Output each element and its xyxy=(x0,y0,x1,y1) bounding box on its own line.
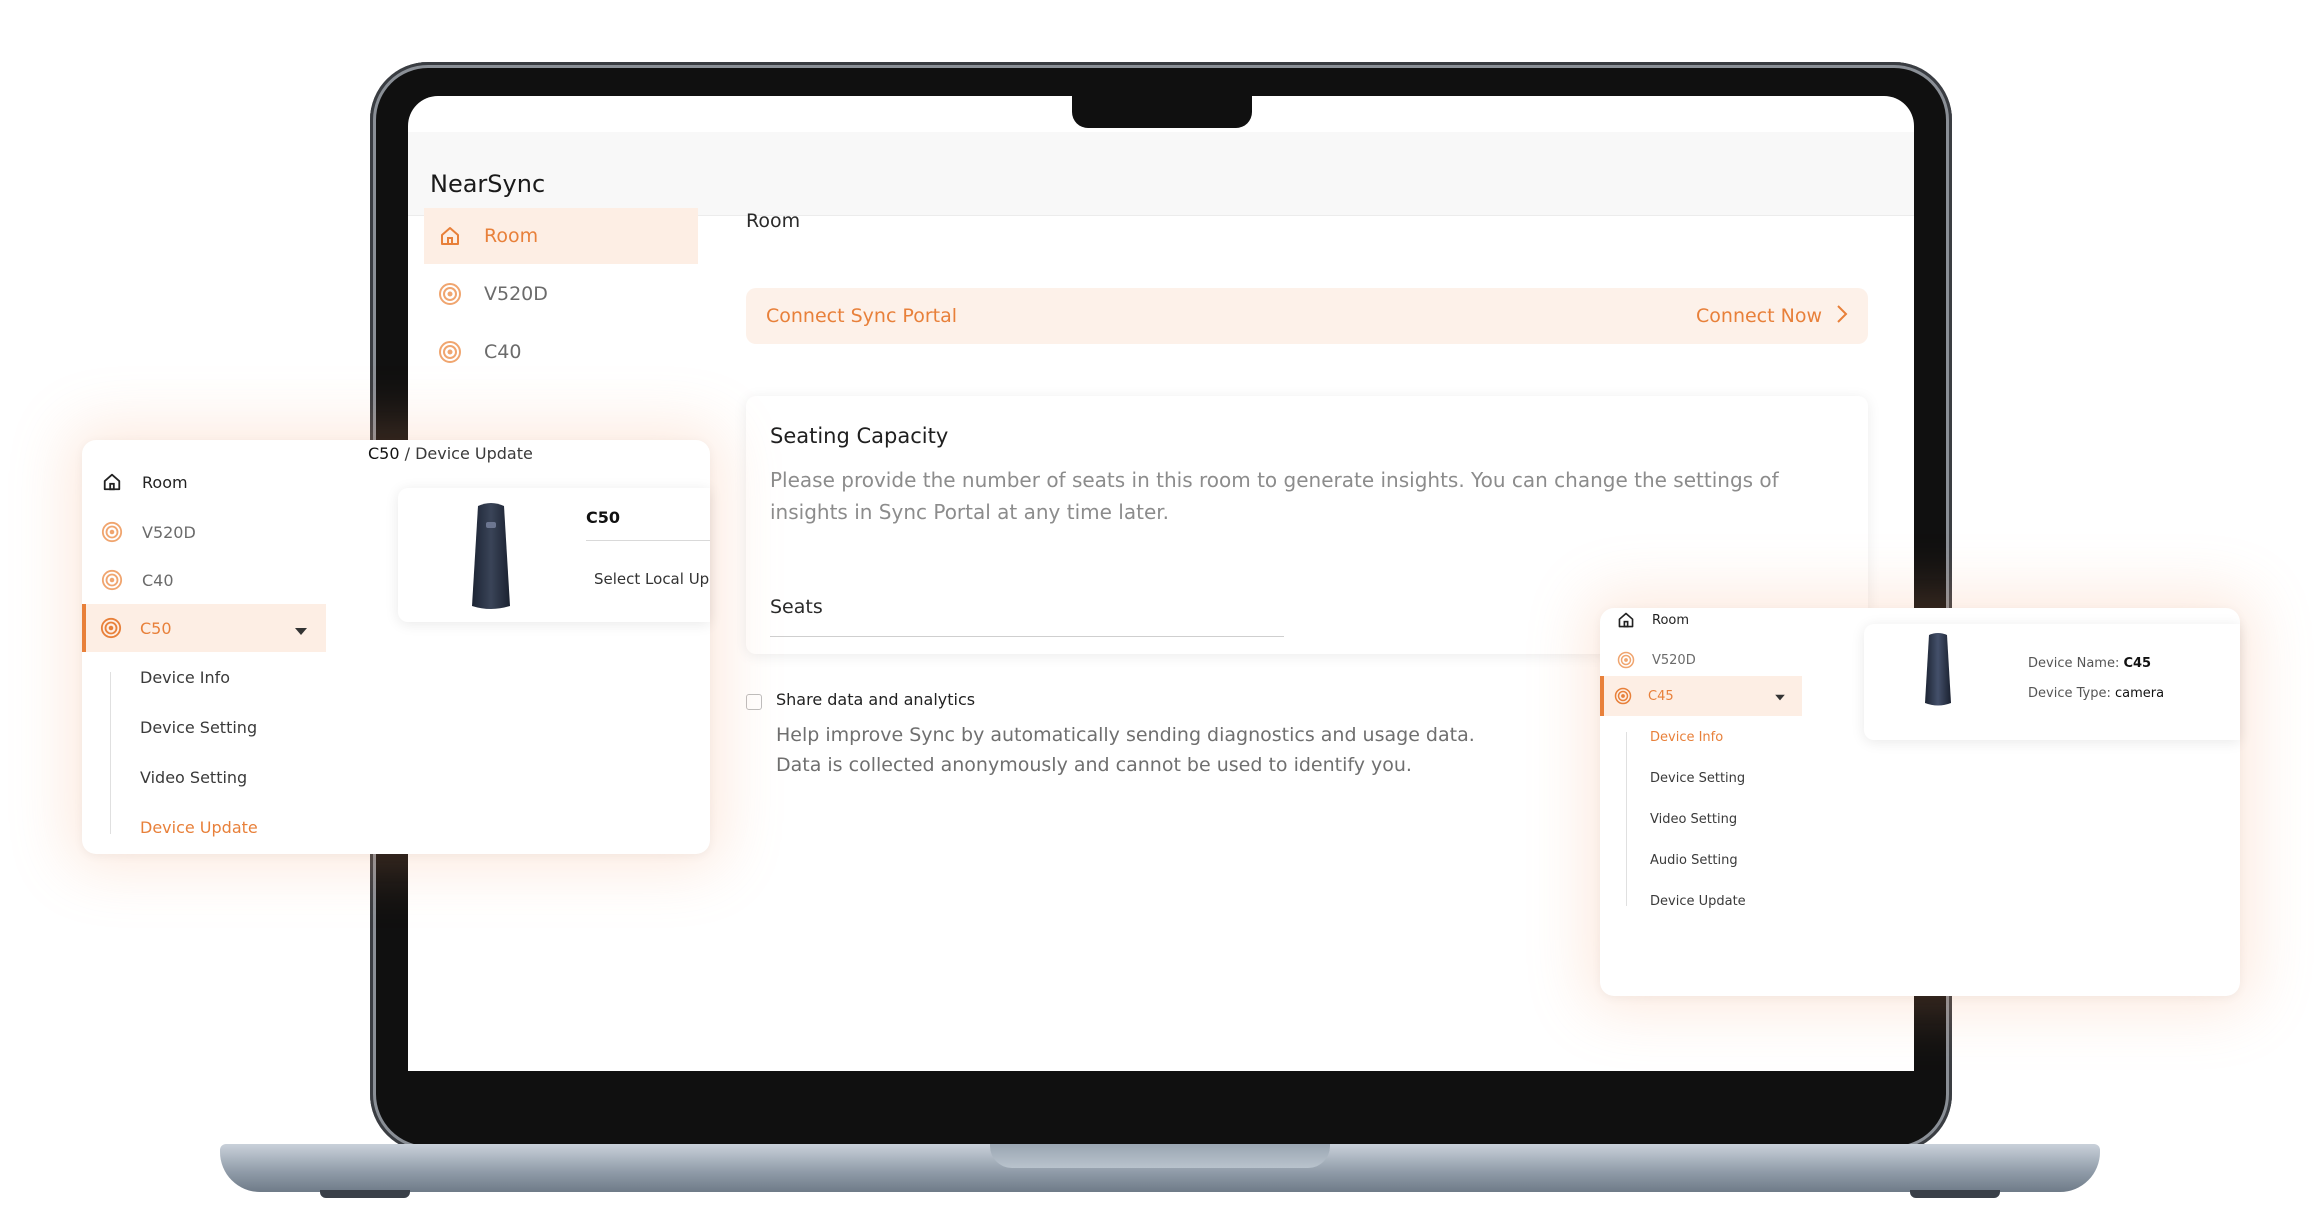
submenu-video-setting[interactable]: Video Setting xyxy=(1650,812,1737,827)
sidebar-item-room[interactable]: Room xyxy=(100,470,188,494)
sidebar-item-label: Room xyxy=(484,225,539,247)
device-signal-icon xyxy=(1614,648,1638,672)
submenu-device-setting[interactable]: Device Setting xyxy=(140,718,257,737)
app-header: NearSync xyxy=(408,132,1914,216)
device-info-card: Room V520D C45 Device Info Device Settin… xyxy=(1600,608,2240,996)
caret-down-icon[interactable] xyxy=(294,622,308,641)
share-data-label: Share data and analytics xyxy=(776,690,976,709)
device-name: C50 xyxy=(586,508,621,527)
share-data-description: Help improve Sync by automatically sendi… xyxy=(776,720,1536,780)
caret-down-icon[interactable] xyxy=(1774,691,1786,706)
camera-notch xyxy=(1072,96,1252,128)
submenu-line xyxy=(1626,732,1627,906)
breadcrumb-page: / Device Update xyxy=(399,444,533,463)
sidebar-item-v520d[interactable]: V520D xyxy=(1614,648,1696,672)
device-name-value: C45 xyxy=(2123,656,2152,671)
device-name-label: Device Name: xyxy=(2028,656,2124,671)
device-name-row: Device Name: C45 xyxy=(2028,656,2151,671)
device-signal-icon xyxy=(1614,686,1634,706)
connect-now-label: Connect Now xyxy=(1696,305,1822,327)
sidebar-item-v520d[interactable]: V520D xyxy=(424,266,698,322)
home-icon xyxy=(1614,608,1638,632)
sidebar-item-label: C50 xyxy=(140,618,172,638)
device-summary-card: C50 Select Local Upg xyxy=(398,488,710,622)
speaker-device-image xyxy=(468,502,514,616)
sidebar-item-c40[interactable]: C40 xyxy=(100,568,174,592)
device-signal-icon xyxy=(100,568,124,592)
share-desc-line: Data is collected anonymously and cannot… xyxy=(776,754,1412,776)
sidebar-item-v520d[interactable]: V520D xyxy=(100,520,196,544)
device-name-divider xyxy=(586,540,710,541)
submenu-device-info[interactable]: Device Info xyxy=(1650,730,1723,745)
home-icon xyxy=(438,224,462,248)
sidebar-item-room[interactable]: Room xyxy=(1614,608,1689,632)
sidebar-item-label: C40 xyxy=(484,341,522,363)
chevron-right-icon xyxy=(1836,304,1848,329)
seats-underline xyxy=(770,636,1284,637)
device-signal-icon xyxy=(438,340,462,364)
device-signal-icon xyxy=(100,616,124,640)
device-signal-icon xyxy=(100,520,124,544)
sidebar-item-label: Room xyxy=(142,472,188,492)
app-title: NearSync xyxy=(430,170,546,198)
breadcrumb: Room xyxy=(746,210,801,232)
laptop-foot xyxy=(1910,1190,2000,1198)
seating-description: Please provide the number of seats in th… xyxy=(770,468,1779,524)
camera-device-image xyxy=(1922,632,1954,712)
device-update-card: C50 / Device Update Room V520D C40 C50 D… xyxy=(82,440,710,854)
submenu-device-update[interactable]: Device Update xyxy=(140,818,258,837)
submenu-line xyxy=(110,672,111,834)
laptop-base-notch xyxy=(990,1144,1330,1168)
sidebar-item-label: C45 xyxy=(1648,688,1674,704)
submenu-device-update[interactable]: Device Update xyxy=(1650,894,1746,909)
breadcrumb: C50 / Device Update xyxy=(368,444,533,463)
device-signal-icon xyxy=(438,282,462,306)
device-type-label: Device Type: xyxy=(2028,686,2115,701)
sidebar-item-label: V520D xyxy=(1652,652,1696,668)
sidebar-item-c50[interactable]: C50 xyxy=(82,604,326,652)
home-icon xyxy=(100,470,124,494)
submenu-device-setting[interactable]: Device Setting xyxy=(1650,771,1745,786)
breadcrumb-device[interactable]: C50 xyxy=(368,444,400,463)
seats-field[interactable]: Seats xyxy=(770,596,823,618)
seating-title: Seating Capacity xyxy=(770,424,949,448)
laptop-foot xyxy=(320,1190,410,1198)
device-type-value: camera xyxy=(2114,686,2165,701)
connect-label: Connect Sync Portal xyxy=(766,305,958,327)
sidebar-item-c45[interactable]: C45 xyxy=(1600,676,1802,716)
select-local-upgrade-button[interactable]: Select Local Upg xyxy=(594,570,710,588)
share-data-checkbox[interactable] xyxy=(746,694,762,710)
connect-now-button[interactable]: Connect Now xyxy=(1696,304,1848,329)
device-type-row: Device Type: camera xyxy=(2028,686,2164,701)
device-summary-card: Device Name: C45 Device Type: camera xyxy=(1864,624,2240,740)
sidebar-item-label: Room xyxy=(1652,612,1690,628)
sidebar-item-label: V520D xyxy=(142,522,196,542)
share-desc-line: Help improve Sync by automatically sendi… xyxy=(776,724,1475,746)
sidebar-item-label: V520D xyxy=(484,283,548,305)
submenu-device-info[interactable]: Device Info xyxy=(140,668,230,687)
sidebar-item-room[interactable]: Room xyxy=(424,208,698,264)
connect-sync-portal-bar[interactable]: Connect Sync Portal Connect Now xyxy=(746,288,1868,344)
sidebar-item-label: C40 xyxy=(142,570,174,590)
submenu-audio-setting[interactable]: Audio Setting xyxy=(1650,853,1738,868)
sidebar-item-c40[interactable]: C40 xyxy=(424,324,698,380)
submenu-video-setting[interactable]: Video Setting xyxy=(140,768,247,787)
